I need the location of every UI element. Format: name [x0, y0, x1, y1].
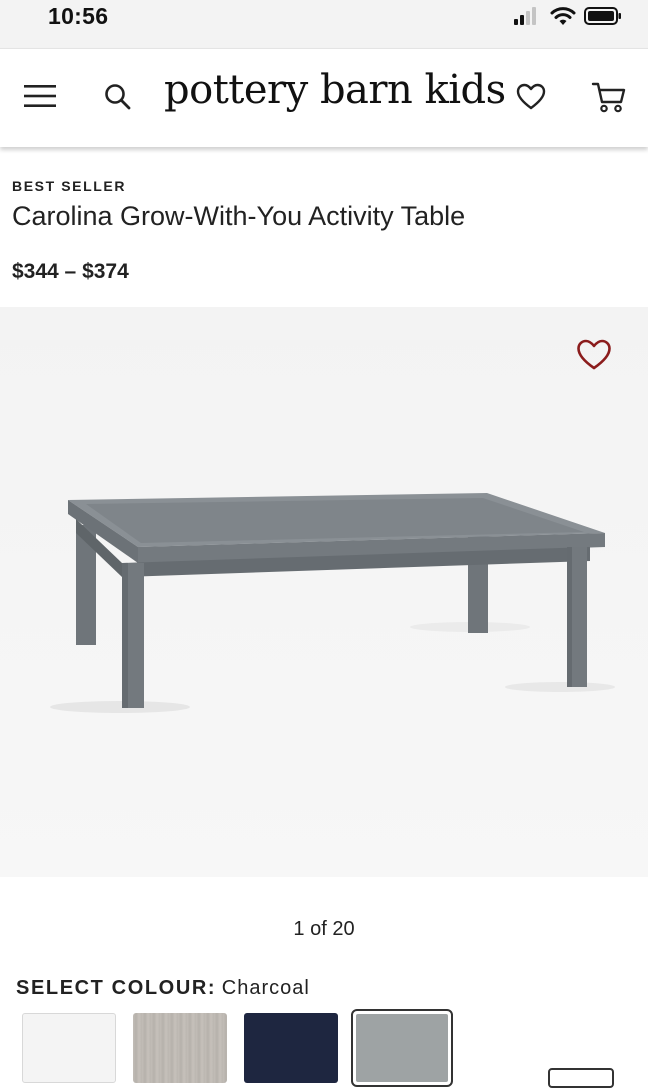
selected-colour-name: Charcoal — [221, 977, 310, 999]
signal-icon — [514, 7, 536, 25]
site-header: pottery barn kids — [0, 48, 648, 147]
product-image[interactable] — [0, 307, 648, 877]
partial-button[interactable] — [548, 1068, 614, 1088]
status-time: 10:56 — [48, 3, 109, 29]
wishlist-button[interactable] — [514, 81, 548, 113]
heart-outline-icon — [577, 339, 611, 370]
swatch-charcoal[interactable] — [351, 1009, 453, 1087]
wifi-icon — [550, 7, 576, 25]
search-icon — [105, 84, 131, 110]
heart-icon — [516, 83, 546, 110]
brand-logo[interactable]: pottery barn kids — [164, 67, 506, 113]
best-seller-badge: BEST SELLER — [12, 178, 127, 194]
colour-swatches — [22, 1009, 453, 1087]
cart-icon — [591, 82, 626, 113]
favorite-button[interactable] — [576, 339, 612, 376]
menu-button[interactable] — [22, 81, 58, 111]
status-icons — [514, 5, 622, 27]
swatch-charcoal-fill — [356, 1014, 448, 1082]
swatch-navy[interactable] — [244, 1013, 338, 1083]
search-button[interactable] — [102, 81, 134, 113]
image-counter: 1 of 20 — [293, 918, 355, 940]
colour-selector-label: SELECT COLOUR: Charcoal — [16, 977, 310, 1000]
swatch-grey-wash[interactable] — [133, 1013, 227, 1083]
battery-icon — [584, 7, 621, 25]
status-bar: 10:56 — [0, 0, 648, 48]
product-price: $344 – $374 — [12, 260, 129, 283]
colour-label-text: SELECT COLOUR: — [16, 977, 217, 999]
cart-button[interactable] — [590, 79, 628, 115]
swatch-white[interactable] — [22, 1013, 116, 1083]
hamburger-menu-icon — [24, 85, 56, 107]
product-title: Carolina Grow-With-You Activity Table — [12, 201, 466, 231]
product-image-gallery[interactable] — [0, 307, 648, 877]
